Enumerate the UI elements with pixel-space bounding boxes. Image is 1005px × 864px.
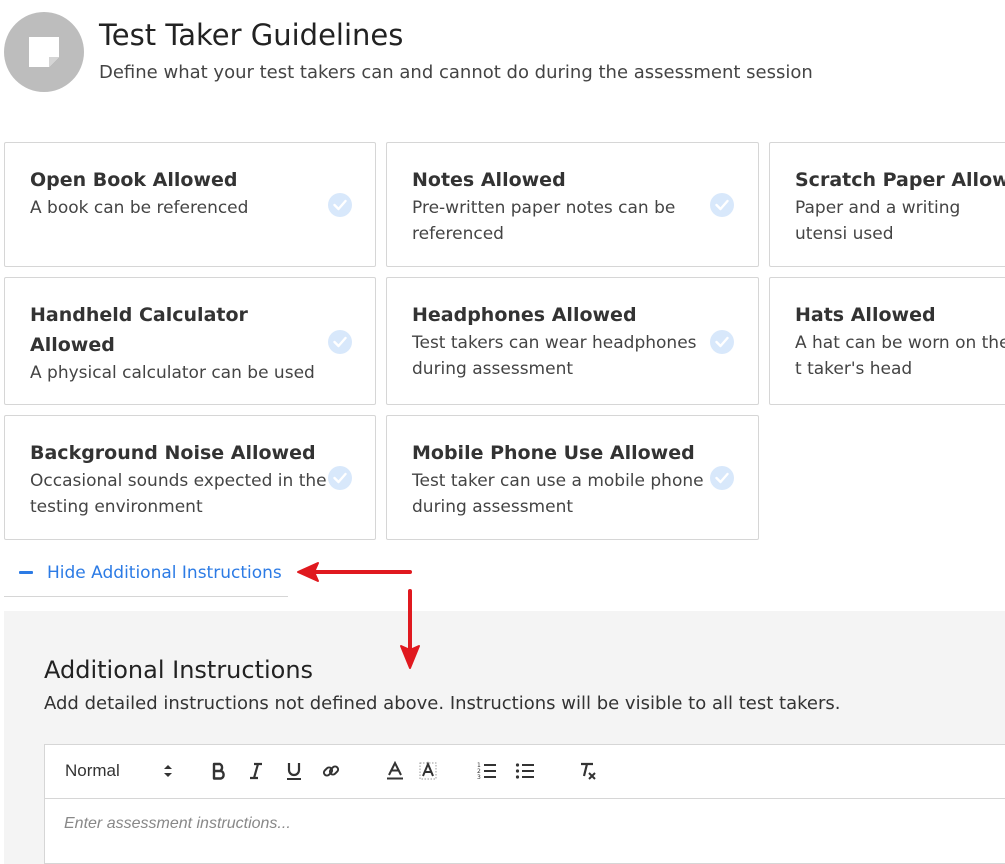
select-arrows-icon [164,765,172,777]
font-color-icon[interactable] [383,760,407,782]
header-avatar [4,12,84,92]
card-description: Occasional sounds expected in the testin… [30,471,327,517]
guideline-card-background-noise[interactable]: Background Noise Allowed Occasional soun… [4,415,376,540]
clear-format-icon[interactable] [576,760,600,782]
card-description: A hat can be worn on the t taker's head [795,333,1005,379]
format-select[interactable]: Normal [65,761,173,783]
check-icon[interactable] [328,193,352,217]
svg-text:3: 3 [477,774,481,781]
format-select-value: Normal [65,761,120,780]
underline-icon[interactable] [282,760,306,782]
guideline-card-mobile-phone[interactable]: Mobile Phone Use Allowed Test taker can … [386,415,759,540]
section-title: Additional Instructions [44,656,314,684]
bullet-list-icon[interactable] [513,760,537,782]
page-title: Test Taker Guidelines [99,18,404,52]
card-title: Handheld Calculator Allowed [30,304,248,356]
card-title: Headphones Allowed [412,304,637,326]
background-color-icon[interactable] [416,760,440,782]
editor-toolbar: Normal 123 [45,745,1005,799]
annotation-arrow-left [297,562,412,582]
guideline-card-hats[interactable]: Hats Allowed A hat can be worn on the t … [769,277,1005,405]
italic-icon[interactable] [244,760,268,782]
card-description: Test taker can use a mobile phone during… [412,471,704,517]
link-icon[interactable] [319,760,343,782]
check-icon[interactable] [710,193,734,217]
check-icon[interactable] [328,330,352,354]
guideline-card-notes[interactable]: Notes Allowed Pre-written paper notes ca… [386,142,759,267]
card-description: Pre-written paper notes can be reference… [412,198,676,244]
card-description: A book can be referenced [30,198,249,218]
guideline-card-handheld-calculator[interactable]: Handheld Calculator Allowed A physical c… [4,277,376,405]
annotation-arrow-down [400,589,420,669]
guideline-card-headphones[interactable]: Headphones Allowed Test takers can wear … [386,277,759,405]
check-icon[interactable] [328,466,352,490]
minus-icon [19,571,33,574]
card-description: Paper and a writing utensi used [795,198,961,244]
instructions-editor-input[interactable]: Enter assessment instructions... [64,815,291,833]
ordered-list-icon[interactable]: 123 [475,760,499,782]
card-title: Mobile Phone Use Allowed [412,442,695,464]
rich-text-editor: Normal 123 Enter assessment instructions… [44,744,1005,864]
card-description: A physical calculator can be used [30,363,315,383]
card-title: Background Noise Allowed [30,442,316,464]
check-icon[interactable] [710,330,734,354]
sticky-note-icon [29,37,59,67]
card-description: Test takers can wear headphones during a… [412,333,697,379]
card-title: Notes Allowed [412,169,566,191]
hide-additional-instructions-toggle[interactable]: Hide Additional Instructions [4,556,288,597]
check-icon[interactable] [710,466,734,490]
bold-icon[interactable] [207,760,231,782]
guideline-card-open-book[interactable]: Open Book Allowed A book can be referenc… [4,142,376,267]
additional-instructions-panel: Additional Instructions Add detailed ins… [4,611,1005,864]
card-title: Scratch Paper Allowe [795,169,1005,191]
guideline-card-scratch-paper[interactable]: Scratch Paper Allowe Paper and a writing… [769,142,1005,267]
toggle-label: Hide Additional Instructions [47,563,282,583]
card-title: Hats Allowed [795,304,936,326]
section-description: Add detailed instructions not defined ab… [44,693,841,714]
page-subtitle: Define what your test takers can and can… [99,62,813,83]
card-title: Open Book Allowed [30,169,238,191]
